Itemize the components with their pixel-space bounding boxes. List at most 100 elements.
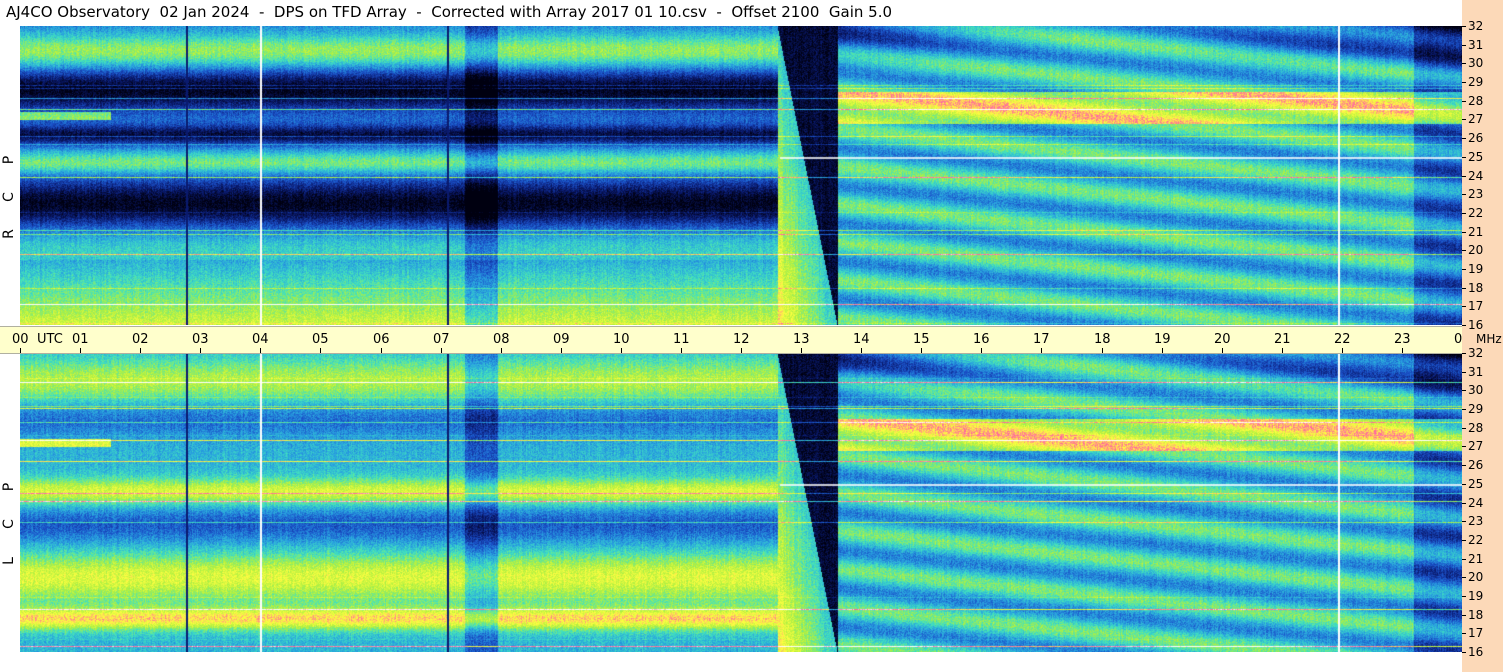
- freq-tick-mark: [1462, 521, 1466, 522]
- lcp-letter-l: L: [1, 557, 17, 565]
- freq-tick-label: 27: [1468, 112, 1484, 126]
- freq-tick-mark: [1462, 353, 1466, 354]
- rcp-polarization-label: R C P: [0, 26, 20, 325]
- freq-tick-label: 31: [1468, 365, 1484, 379]
- freq-tick-mark: [1462, 119, 1466, 120]
- freq-tick-label: 30: [1468, 56, 1484, 70]
- time-tick-mark: [320, 348, 321, 353]
- freq-tick-mark: [1462, 101, 1466, 102]
- freq-tick-label: 18: [1468, 281, 1484, 295]
- lcp-letter-p: P: [1, 482, 17, 492]
- time-tick-label: 11: [673, 332, 690, 347]
- time-tick-mark: [1041, 348, 1042, 353]
- freq-tick-label: 16: [1468, 645, 1484, 659]
- freq-tick-label: 18: [1468, 608, 1484, 622]
- freq-tick-label: 20: [1468, 570, 1484, 584]
- rcp-letter-c: C: [1, 192, 17, 202]
- freq-tick-mark: [1462, 250, 1466, 251]
- rcp-heatmap-canvas: [20, 26, 1462, 325]
- freq-tick-label: 24: [1468, 169, 1484, 183]
- freq-tick-mark: [1462, 176, 1466, 177]
- time-tick-label: 23: [1394, 332, 1411, 347]
- freq-tick-mark: [1462, 269, 1466, 270]
- time-tick-mark: [561, 348, 562, 353]
- time-axis: 00 01 02 03 04 05 06 07 08 09 10 11 12 13 14 15 16 17 18 19…: [0, 326, 1471, 354]
- freq-tick-label: 29: [1468, 402, 1484, 416]
- lcp-spectrogram: [20, 353, 1462, 652]
- time-tick-mark: [20, 348, 21, 353]
- rcp-spectrogram: [20, 26, 1462, 325]
- freq-tick-mark: [1462, 194, 1466, 195]
- freq-tick-mark: [1462, 372, 1466, 373]
- time-tick-label: 02: [132, 332, 149, 347]
- time-tick-label: 14: [853, 332, 870, 347]
- freq-tick-mark: [1462, 652, 1466, 653]
- freq-tick-label: 22: [1468, 533, 1484, 547]
- freq-tick-label: 25: [1468, 150, 1484, 164]
- time-tick-mark: [921, 348, 922, 353]
- freq-tick-mark: [1462, 559, 1466, 560]
- freq-tick-mark: [1462, 390, 1466, 391]
- freq-tick-label: 19: [1468, 589, 1484, 603]
- freq-tick-label: 29: [1468, 75, 1484, 89]
- time-tick-mark: [1102, 348, 1103, 353]
- freq-tick-label: 30: [1468, 383, 1484, 397]
- time-tick-mark: [441, 348, 442, 353]
- time-tick-label: 20: [1214, 332, 1231, 347]
- freq-tick-label: 32: [1468, 19, 1484, 33]
- freq-tick-mark: [1462, 157, 1466, 158]
- freq-tick-mark: [1462, 615, 1466, 616]
- rcp-letter-p: P: [1, 155, 17, 165]
- freq-tick-mark: [1462, 633, 1466, 634]
- time-unit-label: UTC: [37, 332, 63, 347]
- time-tick-mark: [1342, 348, 1343, 353]
- freq-tick-label: 32: [1468, 346, 1484, 360]
- freq-tick-label: 17: [1468, 626, 1484, 640]
- time-tick-label: 22: [1334, 332, 1351, 347]
- time-tick-label: 18: [1094, 332, 1111, 347]
- freq-tick-label: 22: [1468, 206, 1484, 220]
- freq-tick-mark: [1462, 26, 1466, 27]
- freq-tick-mark: [1462, 45, 1466, 46]
- time-tick-mark: [1162, 348, 1163, 353]
- lcp-polarization-label: L C P: [0, 353, 20, 652]
- freq-tick-label: 26: [1468, 131, 1484, 145]
- time-tick-mark: [1402, 348, 1403, 353]
- freq-tick-label: 31: [1468, 38, 1484, 52]
- freq-tick-label: 26: [1468, 458, 1484, 472]
- freq-tick-label: 28: [1468, 94, 1484, 108]
- time-tick-label: 21: [1274, 332, 1291, 347]
- freq-tick-mark: [1462, 63, 1466, 64]
- time-tick-mark: [681, 348, 682, 353]
- freq-tick-mark: [1462, 446, 1466, 447]
- freq-tick-mark: [1462, 325, 1466, 326]
- time-tick-label: 05: [312, 332, 329, 347]
- time-tick-mark: [741, 348, 742, 353]
- time-tick-label: 09: [553, 332, 570, 347]
- time-tick-mark: [801, 348, 802, 353]
- freq-tick-mark: [1462, 288, 1466, 289]
- time-tick-label: 16: [973, 332, 990, 347]
- time-tick-label: 00: [12, 332, 29, 347]
- freq-tick-mark: [1462, 596, 1466, 597]
- freq-tick-mark: [1462, 213, 1466, 214]
- time-tick-mark: [80, 348, 81, 353]
- freq-tick-mark: [1462, 484, 1466, 485]
- time-tick-label: 19: [1154, 332, 1171, 347]
- freq-tick-label: 23: [1468, 514, 1484, 528]
- freq-tick-label: 28: [1468, 421, 1484, 435]
- time-tick-mark: [1222, 348, 1223, 353]
- time-tick-label: 08: [493, 332, 510, 347]
- freq-tick-mark: [1462, 465, 1466, 466]
- time-tick-mark: [140, 348, 141, 353]
- time-tick-mark: [861, 348, 862, 353]
- time-tick-label: 10: [613, 332, 630, 347]
- freq-tick-label: 17: [1468, 299, 1484, 313]
- time-tick-label: 15: [913, 332, 930, 347]
- freq-tick-mark: [1462, 503, 1466, 504]
- time-tick-label: 17: [1033, 332, 1050, 347]
- rcp-letter-r: R: [1, 229, 17, 239]
- freq-tick-label: 16: [1468, 318, 1484, 332]
- freq-tick-label: 25: [1468, 477, 1484, 491]
- freq-tick-mark: [1462, 577, 1466, 578]
